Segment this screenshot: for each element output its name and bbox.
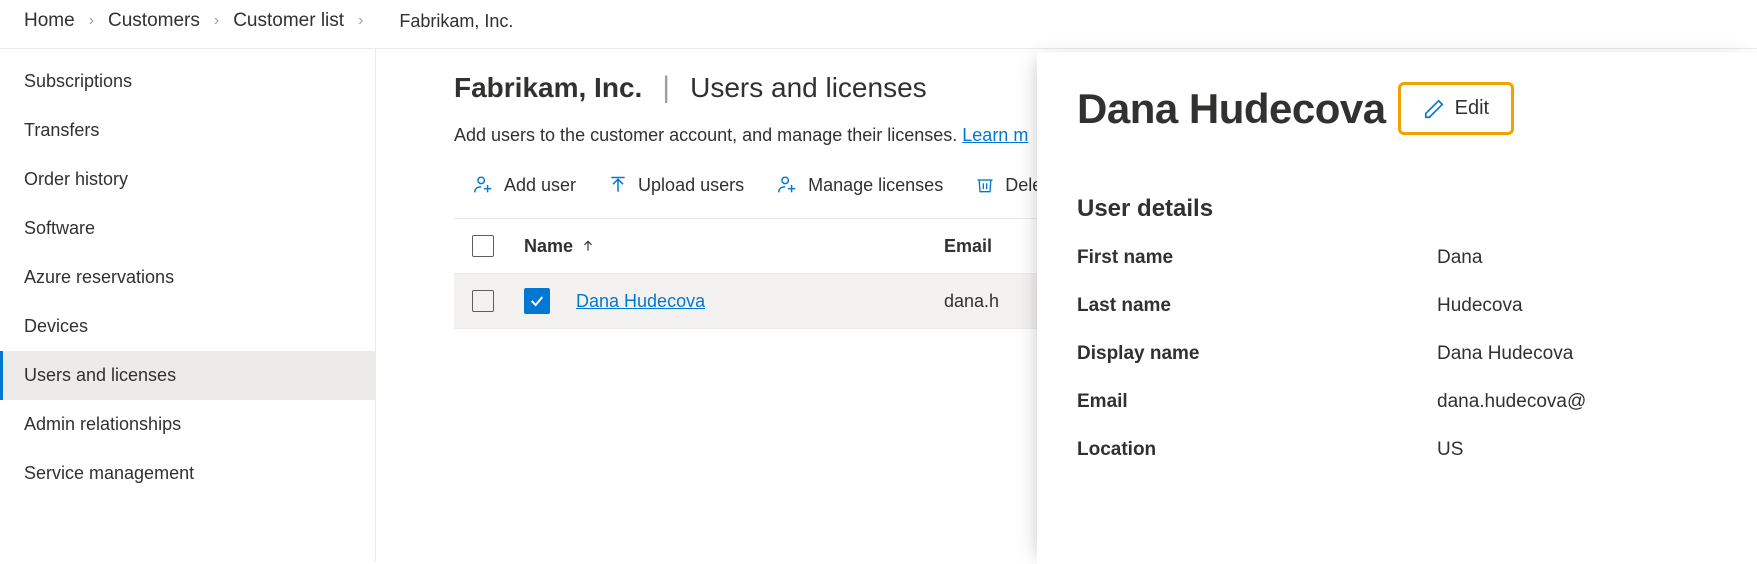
- user-details-heading: User details: [1077, 195, 1757, 223]
- checkmark-icon: [529, 293, 545, 309]
- section-name: Users and licenses: [690, 72, 927, 104]
- column-name[interactable]: Name: [524, 236, 944, 257]
- sidebar-item-software[interactable]: Software: [0, 204, 375, 253]
- detail-first-name: First name Dana: [1077, 247, 1757, 269]
- first-name-label: First name: [1077, 247, 1437, 269]
- display-name-value: Dana Hudecova: [1437, 343, 1573, 365]
- trash-icon: [975, 175, 995, 195]
- detail-last-name: Last name Hudecova: [1077, 295, 1757, 317]
- sidebar: Subscriptions Transfers Order history So…: [0, 49, 376, 561]
- breadcrumb-current: Fabrikam, Inc.: [399, 11, 513, 32]
- column-name-label: Name: [524, 236, 573, 257]
- learn-more-link[interactable]: Learn m: [962, 125, 1028, 145]
- panel-user-name: Dana Hudecova: [1077, 85, 1386, 133]
- edit-button[interactable]: Edit: [1398, 82, 1514, 135]
- location-value: US: [1437, 439, 1463, 461]
- add-user-label: Add user: [504, 175, 576, 196]
- person-add-icon: [472, 174, 494, 196]
- column-email-label: Email: [944, 236, 992, 257]
- breadcrumb-home[interactable]: Home: [24, 10, 75, 32]
- sidebar-item-admin-relationships[interactable]: Admin relationships: [0, 400, 375, 449]
- breadcrumb-customers[interactable]: Customers: [108, 10, 200, 32]
- sidebar-item-order-history[interactable]: Order history: [0, 155, 375, 204]
- row-checkbox[interactable]: [472, 290, 494, 312]
- breadcrumb-customer-list[interactable]: Customer list: [233, 10, 344, 32]
- subtitle-text: Add users to the customer account, and m…: [454, 125, 962, 145]
- sidebar-item-service-management[interactable]: Service management: [0, 449, 375, 498]
- chevron-right-icon: ›: [358, 12, 363, 30]
- manage-licenses-button[interactable]: Manage licenses: [776, 174, 943, 196]
- chevron-right-icon: ›: [214, 12, 219, 30]
- display-name-label: Display name: [1077, 343, 1437, 365]
- person-settings-icon: [776, 174, 798, 196]
- manage-licenses-label: Manage licenses: [808, 175, 943, 196]
- last-name-value: Hudecova: [1437, 295, 1523, 317]
- sidebar-item-subscriptions[interactable]: Subscriptions: [0, 57, 375, 106]
- upload-users-label: Upload users: [638, 175, 744, 196]
- user-name-link[interactable]: Dana Hudecova: [576, 291, 705, 311]
- edit-label: Edit: [1455, 97, 1489, 120]
- first-name-value: Dana: [1437, 247, 1482, 269]
- sidebar-item-azure-reservations[interactable]: Azure reservations: [0, 253, 375, 302]
- customer-name: Fabrikam, Inc.: [454, 72, 642, 104]
- pencil-icon: [1423, 98, 1445, 120]
- upload-icon: [608, 175, 628, 195]
- last-name-label: Last name: [1077, 295, 1437, 317]
- sidebar-item-users-licenses[interactable]: Users and licenses: [0, 351, 375, 400]
- sidebar-item-devices[interactable]: Devices: [0, 302, 375, 351]
- location-label: Location: [1077, 439, 1437, 461]
- email-label: Email: [1077, 391, 1437, 413]
- row-selected-checkbox[interactable]: [524, 288, 550, 314]
- detail-display-name: Display name Dana Hudecova: [1077, 343, 1757, 365]
- breadcrumb: Home › Customers › Customer list › Fabri…: [0, 0, 1757, 49]
- user-details-panel: Dana Hudecova Edit User details First na…: [1037, 52, 1757, 564]
- sidebar-item-transfers[interactable]: Transfers: [0, 106, 375, 155]
- title-divider: |: [662, 71, 670, 105]
- sort-asc-icon: [581, 239, 595, 253]
- select-all-checkbox[interactable]: [472, 235, 494, 257]
- chevron-right-icon: ›: [89, 12, 94, 30]
- add-user-button[interactable]: Add user: [472, 174, 576, 196]
- detail-location: Location US: [1077, 439, 1757, 461]
- upload-users-button[interactable]: Upload users: [608, 175, 744, 196]
- detail-email: Email dana.hudecova@: [1077, 391, 1757, 413]
- email-value: dana.hudecova@: [1437, 391, 1586, 413]
